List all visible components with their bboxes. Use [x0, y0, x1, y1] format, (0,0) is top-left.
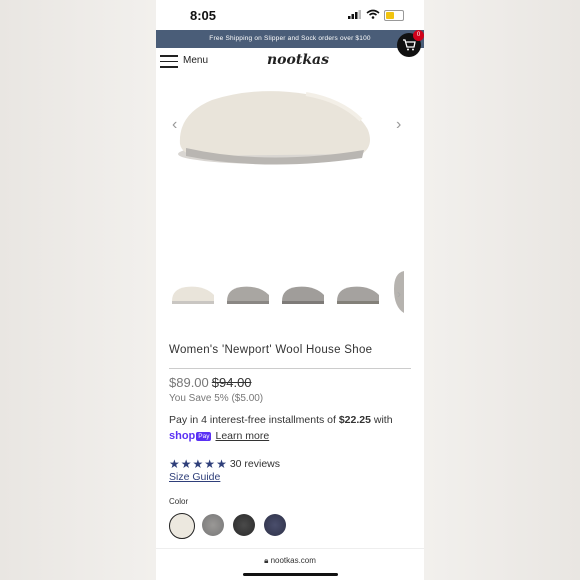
thumbnail-next-icon[interactable]: › [397, 287, 401, 301]
price-block: $89.00 $94.00 [169, 375, 252, 390]
menu-icon[interactable] [160, 55, 178, 72]
background-left [0, 0, 156, 580]
thumbnail-1[interactable] [170, 283, 216, 305]
thumbnail-4[interactable] [335, 283, 381, 305]
learn-more-link[interactable]: Learn more [215, 430, 269, 442]
star-icon: ★ [192, 457, 204, 471]
cart-count-badge: 0 [413, 30, 424, 41]
url-bar[interactable]: 🔒︎ nootkas.com [156, 556, 424, 566]
divider [169, 368, 411, 369]
size-guide-link[interactable]: Size Guide [169, 471, 220, 483]
chevron-right-icon[interactable]: › [396, 116, 401, 134]
color-swatch-natural[interactable] [169, 513, 195, 539]
savings-text: You Save 5% ($5.00) [169, 393, 264, 404]
thumbnail-strip [168, 271, 424, 315]
pay-badge: Pay [196, 431, 212, 441]
star-icon: ★ [169, 457, 180, 471]
installments-text: Pay in 4 interest-free installments of $… [169, 414, 393, 426]
shipping-banner: Free Shipping on Slipper and Sock orders… [156, 30, 424, 48]
browser-bar: 🔒︎ nootkas.com [156, 548, 424, 580]
old-price: $94.00 [211, 375, 252, 390]
status-bar: 8:05 [156, 0, 424, 30]
status-time: 8:05 [190, 8, 217, 23]
site-logo[interactable]: nootkas [267, 52, 329, 68]
product-slipper-image [178, 91, 370, 165]
phone-screen: 8:05 Free Shipping on Slipper and Sock o… [156, 0, 424, 580]
thumbnail-3[interactable] [280, 283, 326, 305]
battery-icon [384, 10, 404, 21]
star-icon: ★ [180, 457, 192, 471]
menu-label[interactable]: Menu [183, 55, 208, 66]
color-label: Color [169, 497, 189, 506]
installments-suffix: with [370, 414, 393, 426]
color-swatch-grey[interactable] [202, 514, 224, 536]
rating-row[interactable]: ★ ★ ★ ★ ★ 30 reviews [169, 457, 280, 471]
cart-icon [403, 39, 416, 51]
shop-pay-logo: shop [169, 430, 196, 442]
thumbnail-2[interactable] [225, 283, 271, 305]
current-price: $89.00 [169, 375, 209, 390]
shop-pay-row: shop Pay Learn more [169, 430, 269, 442]
reviews-count[interactable]: 30 reviews [230, 458, 280, 470]
url-text: nootkas.com [270, 556, 316, 565]
installment-amount: $22.25 [338, 414, 371, 426]
signal-icon [348, 10, 361, 19]
installments-prefix: Pay in 4 interest-free installments of [169, 414, 339, 426]
color-swatch-charcoal[interactable] [233, 514, 255, 536]
background-right [424, 0, 580, 580]
home-indicator[interactable] [243, 573, 338, 576]
wifi-icon [366, 9, 380, 19]
color-swatch-navy[interactable] [264, 514, 286, 536]
star-icon: ★ [216, 457, 227, 471]
chevron-left-icon[interactable]: ‹ [172, 116, 177, 134]
product-image[interactable] [156, 80, 424, 270]
product-title: Women's 'Newport' Wool House Shoe [169, 344, 373, 356]
star-icon: ★ [204, 457, 216, 471]
